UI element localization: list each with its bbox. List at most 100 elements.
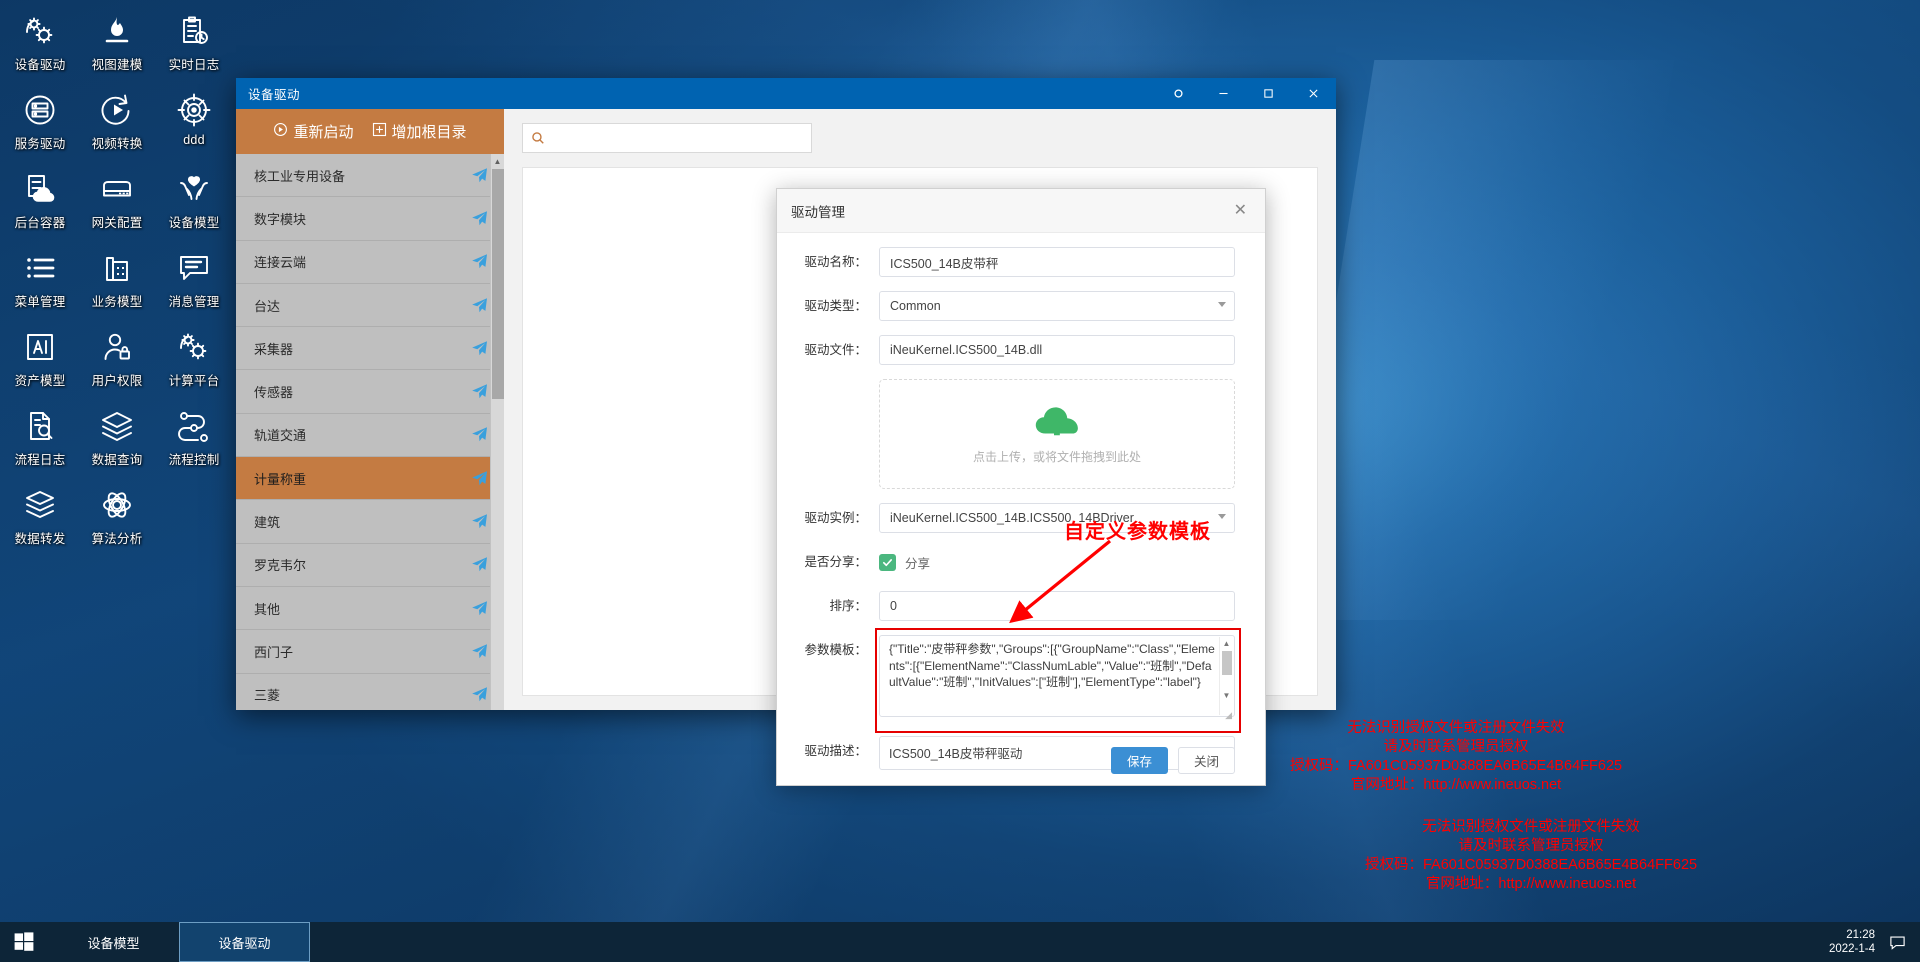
desktop-icon[interactable]: 设备模型 [157,163,231,242]
send-plane-icon[interactable] [471,470,488,487]
restart-button[interactable]: 重新启动 [273,121,354,142]
send-plane-icon[interactable] [471,556,488,573]
category-row-selected[interactable]: 计量称重 [236,457,504,501]
param-template-row: 参数模板： {"Title":"皮带秤参数","Groups":[{"Group… [787,628,1241,733]
desktop-icon[interactable]: 用户权限 [80,321,154,400]
send-plane-icon[interactable] [471,383,488,400]
send-plane-icon[interactable] [471,167,488,184]
close-button[interactable]: 关闭 [1177,746,1235,774]
windows-logo-icon[interactable] [0,922,48,962]
param-template-scrollbar[interactable]: ▲ ▼ [1219,637,1233,715]
desktop-icon[interactable]: 计算平台 [157,321,231,400]
category-row[interactable]: 连接云端 [236,240,504,284]
server-cloud-icon [21,170,59,208]
desktop-icon[interactable]: 设备驱动 [3,5,77,84]
desktop-icon-label: 消息管理 [168,295,220,309]
desktop-icon[interactable]: 服务驱动 [3,84,77,163]
category-row[interactable]: 罗克韦尔 [236,543,504,587]
desktop-icon[interactable]: 实时日志 [157,5,231,84]
close-icon[interactable] [1291,78,1336,109]
send-plane-icon[interactable] [471,600,488,617]
save-button[interactable]: 保存 [1110,746,1168,774]
category-row[interactable]: 建筑 [236,500,504,544]
driver-name-input[interactable] [879,247,1235,277]
category-list[interactable]: 核工业专用设备 数字模块 连接云端 台达 采集器 传感器 轨道交通 计量称重 建筑 罗克韦尔其他西… [236,154,504,710]
driver-name-label: 驱动名称： [804,255,867,269]
send-plane-icon[interactable] [471,297,488,314]
desktop-icon[interactable]: 算法分析 [80,479,154,558]
send-plane-icon[interactable] [471,513,488,530]
search-icon [531,131,545,145]
send-plane-icon[interactable] [471,253,488,270]
resize-grip-icon[interactable]: ◢ [1225,711,1232,720]
desktop-icon-label: 设备驱动 [14,58,66,72]
desktop-icon[interactable]: 数据查询 [80,400,154,479]
desktop-icon[interactable]: 流程日志 [3,400,77,479]
refresh-icon[interactable] [1156,78,1201,109]
annotation-arrow-icon [1009,539,1112,624]
scrollbar-thumb[interactable] [492,169,504,399]
window-titlebar: 设备驱动 [236,78,1336,109]
category-row[interactable]: 传感器 [236,370,504,414]
category-label: 其他 [254,601,281,617]
add-root-button[interactable]: 增加根目录 [372,121,467,142]
taskbar-item[interactable]: 设备模型 [48,922,179,962]
flame-icon [98,12,136,50]
desktop-icon[interactable]: 菜单管理 [3,242,77,321]
send-plane-icon[interactable] [471,426,488,443]
license-warning-line: 官网地址：http://www.ineuos.net [1350,777,1562,793]
close-icon[interactable]: ✕ [1230,201,1251,221]
category-row[interactable]: 采集器 [236,327,504,371]
share-checkbox[interactable] [879,553,896,571]
desktop-icon[interactable]: ddd [157,84,231,163]
category-label: 三菱 [254,688,281,704]
license-warning-line: 授权码：FA601C05937D0388EA6B65E4B64FF625 [1290,758,1623,774]
file-upload-dropzone[interactable]: 点击上传，或将文件拖拽到此处 [879,379,1235,489]
desktop-icon[interactable]: 流程控制 [157,400,231,479]
speech-bubble-icon[interactable] [1889,934,1906,951]
driver-file-label: 驱动文件： [804,343,867,357]
scrollbar-thumb[interactable] [1222,651,1232,675]
category-row[interactable]: 数字模块 [236,197,504,241]
desktop-icon[interactable]: 资产模型 [3,321,77,400]
scroll-down-icon[interactable]: ▼ [1220,689,1233,701]
desktop-icon[interactable]: 后台容器 [3,163,77,242]
param-template-textarea[interactable]: {"Title":"皮带秤参数","Groups":[{"GroupName":… [879,635,1235,717]
category-scrollbar[interactable]: ▲ [490,154,504,710]
category-row[interactable]: 三菱 [236,673,504,710]
driver-type-select[interactable] [879,291,1235,321]
param-template-label: 参数模板： [804,643,867,657]
router-icon [98,170,136,208]
send-plane-icon[interactable] [471,643,488,660]
taskbar-item[interactable]: 设备驱动 [179,922,310,962]
send-plane-icon[interactable] [471,210,488,227]
stack-arrow-icon [21,486,59,524]
maximize-icon[interactable] [1246,78,1291,109]
scroll-up-icon[interactable]: ▲ [1220,637,1233,649]
category-row[interactable]: 轨道交通 [236,413,504,458]
category-row[interactable]: 台达 [236,283,504,328]
category-row[interactable]: 其他 [236,586,504,631]
send-plane-icon[interactable] [471,686,488,703]
taskbar-clock[interactable]: 21:28 2022-1-4 [1829,928,1875,956]
category-row[interactable]: 西门子 [236,630,504,674]
minimize-icon[interactable] [1201,78,1246,109]
upload-row: 点击上传，或将文件拖拽到此处 [787,379,1235,489]
desktop-icon[interactable]: 网关配置 [80,163,154,242]
doc-search-icon [21,407,59,445]
license-warning-line: 无法识别授权文件或注册文件失效 [1347,720,1565,736]
desktop-icon[interactable]: 视图建模 [80,5,154,84]
desktop-icon[interactable]: 数据转发 [3,479,77,558]
send-plane-icon[interactable] [471,340,488,357]
search-box[interactable] [522,123,812,153]
desktop-icon[interactable]: 视频转换 [80,84,154,163]
desktop-icon[interactable]: 消息管理 [157,242,231,321]
driver-management-dialog: 驱动管理 ✕ 驱动名称： 驱动类型： [776,188,1266,786]
category-row[interactable]: 核工业专用设备 [236,154,504,198]
desktop-icon-label: 数据转发 [14,532,66,546]
clipboard-clock-icon [175,12,213,50]
window-controls [1156,78,1336,109]
desktop-icon[interactable]: 业务模型 [80,242,154,321]
driver-file-input[interactable] [879,335,1235,365]
scroll-up-icon[interactable]: ▲ [491,154,504,168]
